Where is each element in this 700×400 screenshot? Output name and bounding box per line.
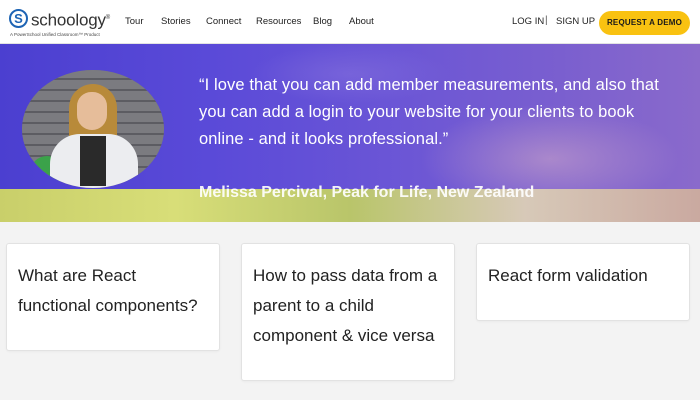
article-card-title[interactable]: How to pass data from a parent to a chil… — [253, 261, 444, 351]
nav-tour[interactable]: Tour — [125, 16, 143, 27]
logo-mark-icon: S — [9, 9, 28, 28]
signup-link[interactable]: SIGN UP — [556, 16, 595, 27]
article-card-title[interactable]: What are React functional components? — [18, 261, 209, 321]
article-card[interactable]: How to pass data from a parent to a chil… — [241, 243, 455, 381]
logo-tagline: A PowerSchool Unified Classroom™ Product — [10, 32, 100, 37]
testimonial-quote: “I love that you can add member measurem… — [199, 76, 659, 148]
testimonial-attribution: Melissa Percival, Peak for Life, New Zea… — [199, 184, 535, 201]
testimonial-hero: “I love that you can add member measurem… — [0, 44, 700, 222]
auth-divider: | — [545, 15, 548, 26]
nav-blog[interactable]: Blog — [313, 16, 332, 27]
article-card[interactable]: React form validation — [476, 243, 690, 321]
nav-stories[interactable]: Stories — [161, 16, 191, 27]
testimonial-avatar — [22, 70, 164, 188]
request-demo-button[interactable]: REQUEST A DEMO — [599, 11, 690, 35]
nav-about[interactable]: About — [349, 16, 374, 27]
nav-connect[interactable]: Connect — [206, 16, 241, 27]
logo-wordmark: schoology® — [31, 10, 110, 30]
site-header: S schoology® A PowerSchool Unified Class… — [0, 0, 700, 44]
schoology-logo[interactable]: S schoology® A PowerSchool Unified Class… — [9, 9, 119, 41]
login-link[interactable]: LOG IN — [512, 16, 544, 27]
article-card-title[interactable]: React form validation — [488, 261, 679, 291]
nav-resources[interactable]: Resources — [256, 16, 301, 27]
article-card[interactable]: What are React functional components? — [6, 243, 220, 351]
